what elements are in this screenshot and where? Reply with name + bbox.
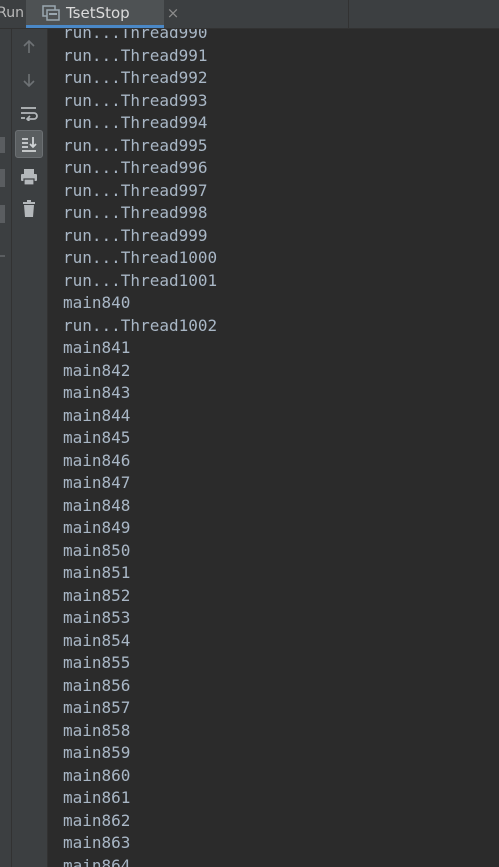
down-arrow-icon (21, 72, 37, 88)
console-line: run...Thread992 (63, 68, 208, 87)
gutter-marker (0, 205, 5, 223)
up-arrow-icon (21, 39, 37, 55)
console-line: run...Thread1000 (63, 248, 218, 267)
tab-bar-divider (348, 0, 349, 28)
console-line: main841 (63, 338, 131, 357)
console-line: main840 (63, 293, 131, 312)
console-line: run...Thread991 (63, 45, 208, 65)
console-line: run...Thread997 (63, 180, 208, 200)
run-tool-window: Run: TsetStop × (0, 0, 499, 867)
console-line: run...Thread996 (63, 158, 208, 177)
gutter-marker (0, 137, 5, 153)
console-line: main845 (63, 428, 131, 447)
close-icon[interactable]: × (164, 0, 182, 26)
run-config-icon (42, 5, 60, 21)
print-icon (20, 168, 38, 186)
console-line: run...Thread994 (63, 113, 208, 132)
clear-all-button[interactable] (15, 195, 43, 223)
console-line: main863 (63, 833, 131, 852)
trash-icon (21, 200, 37, 218)
console-line: main854 (63, 630, 131, 650)
console-line: run...Thread1001 (63, 270, 218, 290)
console-line: run...Thread990 (63, 29, 208, 42)
tab-title: TsetStop (66, 4, 130, 22)
console-line: main852 (63, 585, 131, 605)
console-line: run...Thread995 (63, 135, 208, 155)
console-line: main847 (63, 473, 131, 492)
scroll-to-end-icon (20, 135, 38, 153)
console-line: main856 (63, 675, 131, 695)
console-output[interactable]: run...Thread990 run...Thread991 run...Thre… (48, 29, 499, 867)
console-line: run...Thread993 (63, 90, 208, 110)
scroll-up-button[interactable] (15, 33, 43, 61)
console-line: run...Thread1002 (63, 315, 218, 335)
gutter-marker (0, 169, 5, 187)
console-line: main846 (63, 450, 131, 470)
console-line: run...Thread998 (63, 203, 208, 222)
console-line: main860 (63, 765, 131, 785)
tab-tsetstop[interactable]: TsetStop × (26, 0, 179, 28)
console-line: main853 (63, 608, 131, 627)
console-line: main855 (63, 653, 131, 672)
console-line: main844 (63, 405, 131, 425)
console-line: main861 (63, 788, 131, 807)
left-gutter (0, 29, 12, 867)
console-line: main848 (63, 495, 131, 515)
run-tab-bar: Run: TsetStop × (0, 0, 499, 29)
console-line: main843 (63, 383, 131, 402)
console-line: main851 (63, 563, 131, 582)
console-line: main850 (63, 540, 131, 560)
console-line: main858 (63, 720, 131, 740)
print-button[interactable] (15, 163, 43, 191)
console-line: main859 (63, 743, 131, 762)
console-line: main862 (63, 810, 131, 830)
console-lines: run...Thread990 run...Thread991 run...Thre… (63, 29, 217, 867)
console-line: main857 (63, 698, 131, 717)
console-line: main864 (63, 855, 131, 867)
console-toolbar (12, 29, 48, 867)
console-line: main849 (63, 518, 131, 537)
scroll-to-end-button[interactable] (15, 130, 43, 158)
run-label: Run: (0, 5, 24, 21)
scroll-down-button[interactable] (15, 66, 43, 94)
soft-wrap-icon (20, 105, 38, 121)
soft-wrap-button[interactable] (15, 99, 43, 127)
gutter-marker (0, 255, 5, 257)
console-line: run...Thread999 (63, 225, 208, 245)
console-line: main842 (63, 360, 131, 380)
